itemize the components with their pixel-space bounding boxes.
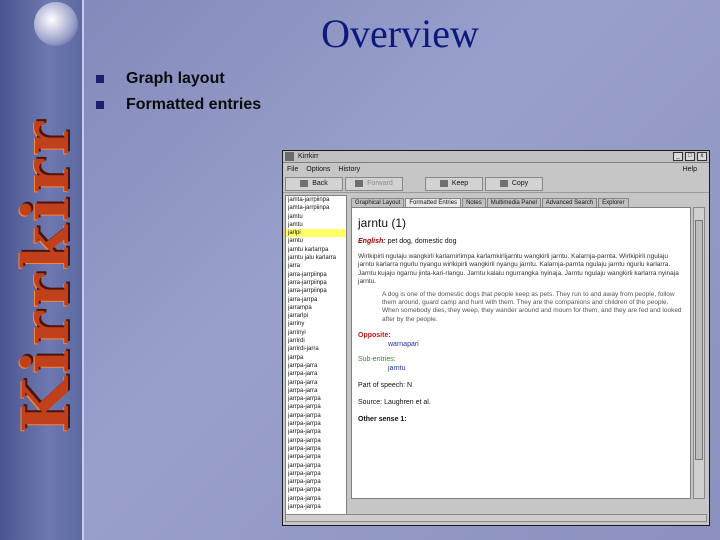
word-list-item[interactable]: jarrpa-jarra [286,362,346,370]
english-definition: A dog is one of the domestic dogs that p… [382,290,682,323]
entry-content: jarntu (1) English: pet dog, domestic do… [351,207,691,499]
menu-bar: File Options History Help [283,163,709,175]
english-gloss: English: pet dog, domestic dog [358,238,457,245]
back-button[interactable]: Back [285,176,343,191]
tab-multimedia-panel[interactable]: Multimedia Panel [486,198,541,207]
other-sense: Other sense 1: [358,416,407,424]
keep-icon [439,180,448,187]
word-list-item[interactable]: jarrpa-jarrpa [286,412,346,420]
scroll-thumb[interactable] [695,220,703,460]
bullet-item: Formatted entries [96,92,261,118]
main-pane: Graphical Layout Formatted Entries Notes Mu… [351,195,705,513]
word-list-item[interactable]: jarrpa-jarrpa [286,428,346,436]
word-list-item[interactable]: jarrinyi [286,329,346,337]
forward-arrow-icon [355,180,364,187]
tab-bar: Graphical Layout Formatted Entries Notes Mu… [351,195,705,207]
word-list-item[interactable]: jarlpi [286,229,346,238]
word-list-item[interactable]: jarra-jarrpiinpa [286,287,346,295]
opposite-label: Opposite: [358,332,391,340]
word-list-item[interactable]: jarrpa-jarrpa [286,420,346,428]
entry-headword: jarntu (1) [358,216,407,230]
word-list-item[interactable]: jarra-jarrpiinpa [286,279,346,287]
vertical-scrollbar[interactable] [693,207,705,499]
menu-history[interactable]: History [338,166,360,173]
menu-file[interactable]: File [287,166,298,173]
word-list-item[interactable]: jarra [286,262,346,270]
side-banner: Kirrkirr [0,0,85,540]
word-list-item[interactable]: jamta-jarrpiinpa [286,204,346,212]
word-list-item[interactable]: jarntu [286,237,346,245]
word-list-item[interactable]: jarrpa-jarrpa [286,395,346,403]
word-list-item[interactable]: jarrirdi [286,337,346,345]
word-list-item[interactable]: jarntu jalu karlarra [286,254,346,262]
bullet-list: Graph layout Formatted entries [96,66,261,118]
slide-title: Overview [321,11,479,56]
window-title: Kirrkirr [298,153,319,160]
word-list-item[interactable]: jarrpa-jarra [286,370,346,378]
word-list-item[interactable]: jarrpa-jarrpa [286,470,346,478]
copy-button[interactable]: Copy [485,176,543,191]
menu-help[interactable]: Help [683,166,697,173]
word-list-item[interactable]: jarrpa [286,354,346,362]
app-window: Kirrkirr _ □ x File Options History Help… [282,150,710,526]
minimize-button[interactable]: _ [673,152,683,161]
word-list-item[interactable]: jarrpa-jarrpa [286,445,346,453]
word-list-item[interactable]: jarra-jarrpa [286,296,346,304]
source-line: Source: Laughren et al. [358,399,431,407]
close-button[interactable]: x [697,152,707,161]
word-list-item[interactable]: jarra-jarrpiinpa [286,271,346,279]
opposite-link[interactable]: warnapari [358,341,684,348]
word-list-item[interactable]: jarrpa-jarrpa [286,478,346,486]
word-list-item[interactable]: jarrpa-jarra [286,379,346,387]
maximize-button[interactable]: □ [685,152,695,161]
forward-button[interactable]: Forward [345,176,403,191]
word-list-item[interactable]: jarrampa [286,304,346,312]
bullet-item: Graph layout [96,66,261,92]
word-list-item[interactable]: jamta-jarrpiinpa [286,196,346,204]
word-list-item[interactable]: jarriny [286,320,346,328]
word-list-item[interactable]: jamtu [286,213,346,221]
bullet-icon [96,101,104,109]
word-list[interactable]: jamta-jarrpiinpa jamta-jarrpiinpa jamtu jam… [285,195,347,521]
banner-logo-text: Kirrkirr [9,117,85,433]
word-list-item[interactable]: jamtu [286,221,346,229]
word-list-item[interactable]: jarrpa-jarrpa [286,453,346,461]
menu-options[interactable]: Options [306,166,330,173]
tab-advanced-search[interactable]: Advanced Search [541,198,598,207]
subentries-label: Sub-entries: [358,356,396,364]
word-list-item[interactable]: jarrpa-jarrpa [286,503,346,511]
tab-formatted-entries[interactable]: Formatted Entries [405,198,462,207]
word-list-item[interactable]: jarrpa-jarrpa [286,495,346,503]
horizontal-scrollbar[interactable] [285,514,707,522]
tab-notes[interactable]: Notes [462,198,486,207]
tab-graphical-layout[interactable]: Graphical Layout [351,198,405,207]
word-list-item[interactable]: jarrpa-jarrpa [286,403,346,411]
word-list-item[interactable]: jarrarlpi [286,312,346,320]
word-list-item[interactable]: jarrpa-jarrpa [286,462,346,470]
app-icon [285,152,294,161]
word-list-item[interactable]: jarrpa-jarra [286,387,346,395]
word-list-item[interactable]: jarrpa-jarrpa [286,437,346,445]
copy-icon [499,180,508,187]
back-arrow-icon [300,180,309,187]
part-of-speech: Part of speech: N [358,382,413,390]
word-list-item[interactable]: jarntu karlarrpa [286,246,346,254]
tab-explorer[interactable]: Explorer [598,198,629,207]
word-list-item[interactable]: jarrirdi-jarra [286,345,346,353]
title-bar: Kirrkirr _ □ x [283,151,709,163]
word-list-item[interactable]: jarrpa-jarrpa [286,486,346,494]
toolbar: Back Forward Keep Copy [283,175,709,193]
keep-button[interactable]: Keep [425,176,483,191]
subentry-link[interactable]: jarntu [358,365,684,372]
bullet-icon [96,75,104,83]
warlpiri-definition: Wirlkipirli ngulaju wangkirli karlarnirl… [358,253,679,286]
